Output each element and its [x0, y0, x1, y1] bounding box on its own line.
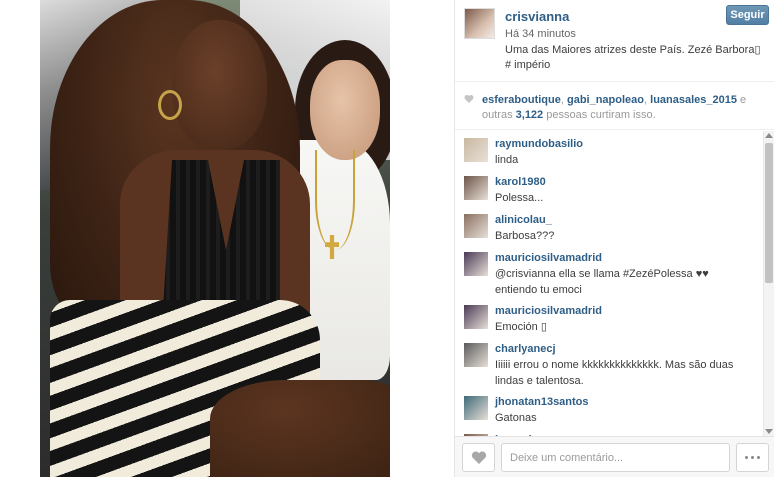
ellipsis-icon-dot: [745, 456, 748, 459]
post-header: crisvianna Há 34 minutos Uma das Maiores…: [455, 0, 774, 82]
comment-item: alinicolau_ Barbosa???: [455, 207, 762, 245]
comment-item: jhonatan13santos Gatonas: [455, 389, 762, 427]
comment-item: charlyanecj Iiiiii errou o nome kkkkkkkkk…: [455, 336, 762, 389]
liker-username[interactable]: gabi_napoleao: [567, 94, 644, 106]
likes-text: esferaboutique, gabi_napoleao, luanasale…: [482, 93, 768, 123]
scroll-down-arrow-icon[interactable]: [765, 429, 773, 434]
comment-text: Iiiiii errou o nome kkkkkkkkkkkkkk. Mas …: [495, 359, 734, 387]
photo-person-right-face: [310, 60, 380, 160]
like-button[interactable]: [462, 443, 495, 472]
comments-list[interactable]: raymundobasilio linda karol1980 Polessa... a…: [455, 131, 762, 436]
commenter-username[interactable]: karol1980: [495, 175, 754, 189]
scroll-up-arrow-icon[interactable]: [765, 133, 773, 138]
commenter-username[interactable]: raymundobasilio: [495, 137, 754, 151]
photo-legs: [210, 380, 390, 477]
comment-text: Emoción ▯: [495, 321, 547, 333]
comment-item: karol1980 Polessa...: [455, 169, 762, 207]
comment-item: mauriciosilvamadrid Emoción ▯: [455, 298, 762, 336]
commenter-avatar[interactable]: [464, 343, 488, 367]
comment-item: inez_ako: [455, 427, 762, 436]
comment-text: Polessa...: [495, 192, 544, 204]
comment-bar: [455, 436, 774, 477]
follow-button[interactable]: Seguir: [726, 5, 769, 25]
comment-text: Barbosa???: [495, 230, 555, 242]
photo-stage: [0, 0, 454, 477]
commenter-avatar[interactable]: [464, 176, 488, 200]
ellipsis-icon-dot: [751, 456, 754, 459]
more-options-button[interactable]: [736, 443, 769, 472]
post-caption: Uma das Maiores atrizes deste País. Zezé…: [505, 44, 761, 71]
comment-text: @crisvianna ella se llama #ZezéPolessa ♥…: [495, 268, 709, 296]
author-avatar[interactable]: [464, 8, 495, 39]
commenter-username[interactable]: mauriciosilvamadrid: [495, 251, 754, 265]
likes-count[interactable]: 3,122: [516, 109, 544, 121]
commenter-username[interactable]: jhonatan13santos: [495, 395, 754, 409]
heart-icon: [471, 450, 486, 464]
post-photo[interactable]: [40, 0, 390, 477]
post-sidebar: crisvianna Há 34 minutos Uma das Maiores…: [454, 0, 774, 477]
liker-username[interactable]: luanasales_2015: [650, 94, 737, 106]
photo-earring: [158, 90, 182, 120]
photo-necklace: [315, 150, 355, 250]
author-username[interactable]: crisvianna: [505, 9, 569, 24]
comments-scrollbar[interactable]: [763, 131, 774, 436]
commenter-avatar[interactable]: [464, 138, 488, 162]
commenter-avatar[interactable]: [464, 214, 488, 238]
commenter-avatar[interactable]: [464, 396, 488, 420]
ellipsis-icon-dot: [757, 456, 760, 459]
likes-summary: esferaboutique, gabi_napoleao, luanasale…: [455, 82, 774, 130]
post-timestamp[interactable]: Há 34 minutos: [505, 28, 576, 40]
heart-icon: [464, 95, 474, 103]
likes-suffix: pessoas curtiram isso.: [543, 109, 656, 121]
comment-input[interactable]: [501, 443, 730, 472]
commenter-avatar[interactable]: [464, 252, 488, 276]
comment-item: raymundobasilio linda: [455, 131, 762, 169]
photo-person-left-face: [172, 20, 267, 150]
scroll-thumb[interactable]: [765, 143, 773, 283]
comment-text: Gatonas: [495, 412, 537, 424]
commenter-username[interactable]: alinicolau_: [495, 213, 754, 227]
comment-text: linda: [495, 154, 519, 166]
commenter-username[interactable]: mauriciosilvamadrid: [495, 304, 754, 318]
liker-username[interactable]: esferaboutique: [482, 94, 561, 106]
commenter-username[interactable]: charlyanecj: [495, 342, 754, 356]
comment-item: mauriciosilvamadrid @crisvianna ella se l…: [455, 245, 762, 298]
commenter-avatar[interactable]: [464, 305, 488, 329]
